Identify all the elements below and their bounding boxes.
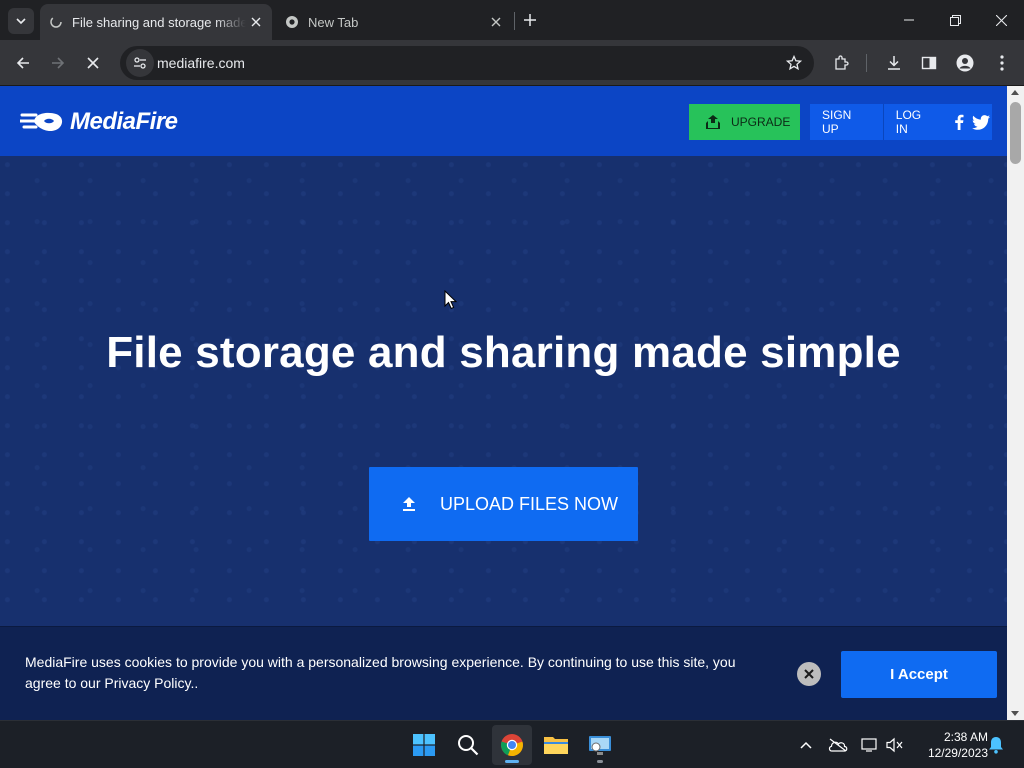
tab-strip: File sharing and storage made simple New… <box>0 0 1024 40</box>
back-arrow-icon <box>16 57 29 69</box>
signup-link[interactable]: SIGN UP <box>810 104 883 140</box>
restore-button[interactable] <box>932 0 978 40</box>
kebab-menu-icon <box>1000 55 1004 71</box>
upgrade-box-icon <box>705 114 721 130</box>
cookie-message: MediaFire uses cookies to provide you wi… <box>25 654 736 691</box>
chrome-menu-button[interactable] <box>987 48 1017 78</box>
search-icon <box>458 735 479 756</box>
puzzle-icon <box>835 55 849 70</box>
tab-new-tab[interactable]: New Tab <box>276 4 512 40</box>
account-icon <box>956 54 974 72</box>
notification-bell-icon[interactable] <box>986 735 1006 755</box>
close-icon <box>995 14 1007 26</box>
close-tab-icon[interactable] <box>246 12 266 32</box>
mediafire-logo[interactable]: MediaFire <box>20 108 178 136</box>
new-tab-button[interactable] <box>520 10 540 30</box>
chrome-taskbar-button[interactable] <box>492 725 532 765</box>
tab-title: File sharing and storage made simple <box>72 14 246 30</box>
page-scrollbar[interactable] <box>1007 86 1024 720</box>
forward-arrow-icon <box>52 57 65 69</box>
site-header: MediaFire UPGRADE SIGN UP LOG IN <box>0 86 1007 156</box>
upgrade-label: UPGRADE <box>731 115 791 129</box>
windows-taskbar: 2:38 AM 12/29/2023 <box>0 720 1024 768</box>
loading-favicon-icon <box>48 14 64 30</box>
twitter-icon[interactable] <box>970 111 992 133</box>
scroll-up-icon[interactable] <box>1011 90 1019 95</box>
extensions-button[interactable] <box>826 48 856 78</box>
close-icon <box>804 669 814 679</box>
chevron-down-icon <box>16 18 26 25</box>
mouse-cursor-icon <box>444 290 458 310</box>
display-network-icon[interactable] <box>860 735 880 755</box>
login-link[interactable]: LOG IN <box>884 104 948 140</box>
upload-icon <box>402 496 416 512</box>
mediafire-flame-icon <box>20 112 63 132</box>
chevron-up-icon <box>800 741 812 749</box>
monitor-app-icon <box>589 736 611 755</box>
url-text[interactable]: mediafire.com <box>157 55 245 71</box>
web-page: MediaFire UPGRADE SIGN UP LOG IN File st… <box>0 86 1007 720</box>
active-indicator <box>505 760 519 763</box>
volume-muted-icon[interactable] <box>885 735 905 755</box>
show-hidden-icons-button[interactable] <box>796 735 816 755</box>
social-links <box>948 104 992 140</box>
close-icon <box>87 57 99 69</box>
download-icon <box>888 56 900 70</box>
facebook-icon[interactable] <box>948 111 970 133</box>
minimize-button[interactable] <box>886 0 932 40</box>
windows-logo-icon <box>413 734 435 756</box>
upload-label: UPLOAD FILES NOW <box>440 493 619 514</box>
address-bar[interactable]: mediafire.com <box>120 46 814 80</box>
toolbar-separator <box>866 54 867 72</box>
bookmark-button[interactable] <box>784 53 804 73</box>
stop-loading-button[interactable] <box>78 48 108 78</box>
app-taskbar-button[interactable] <box>580 725 620 765</box>
onedrive-icon[interactable] <box>828 735 848 755</box>
side-panel-button[interactable] <box>914 48 944 78</box>
tab-mediafire[interactable]: File sharing and storage made simple <box>40 4 272 40</box>
dismiss-cookie-button[interactable] <box>797 662 821 686</box>
tab-title: New Tab <box>308 14 359 30</box>
hero-title: File storage and sharing made simple <box>106 328 901 377</box>
search-button[interactable] <box>448 725 488 765</box>
upgrade-button[interactable]: UPGRADE <box>689 104 800 140</box>
restore-icon <box>949 14 961 26</box>
back-button[interactable] <box>8 48 38 78</box>
folder-icon <box>544 737 568 754</box>
chrome-icon <box>501 734 523 757</box>
side-panel-icon <box>921 56 937 70</box>
scroll-down-icon[interactable] <box>1011 711 1019 716</box>
account-links: SIGN UP LOG IN <box>810 104 992 140</box>
tab-search-button[interactable] <box>8 8 34 34</box>
tab-separator <box>514 12 515 30</box>
cookie-banner: MediaFire uses cookies to provide you wi… <box>0 626 1007 720</box>
running-indicator <box>597 760 603 763</box>
system-clock[interactable]: 2:38 AM 12/29/2023 <box>912 729 988 761</box>
downloads-button[interactable] <box>879 48 909 78</box>
logo-wordmark: MediaFire <box>70 108 178 135</box>
star-icon <box>786 55 802 71</box>
plus-icon <box>524 14 536 26</box>
close-window-button[interactable] <box>978 0 1024 40</box>
clock-date: 12/29/2023 <box>927 746 988 760</box>
scroll-thumb[interactable] <box>1010 102 1021 164</box>
profile-button[interactable] <box>950 48 980 78</box>
upload-files-button[interactable]: UPLOAD FILES NOW <box>369 467 638 541</box>
close-tab-icon[interactable] <box>486 12 506 32</box>
browser-toolbar: mediafire.com <box>0 40 1024 86</box>
forward-button[interactable] <box>43 48 73 78</box>
site-info-button[interactable] <box>126 49 154 77</box>
minimize-icon <box>904 19 914 21</box>
tune-icon <box>134 57 146 69</box>
start-button[interactable] <box>404 725 444 765</box>
accept-cookies-button[interactable]: I Accept <box>841 651 997 698</box>
clock-time: 2:38 AM <box>943 730 988 744</box>
chrome-icon <box>284 14 300 30</box>
file-explorer-button[interactable] <box>536 725 576 765</box>
